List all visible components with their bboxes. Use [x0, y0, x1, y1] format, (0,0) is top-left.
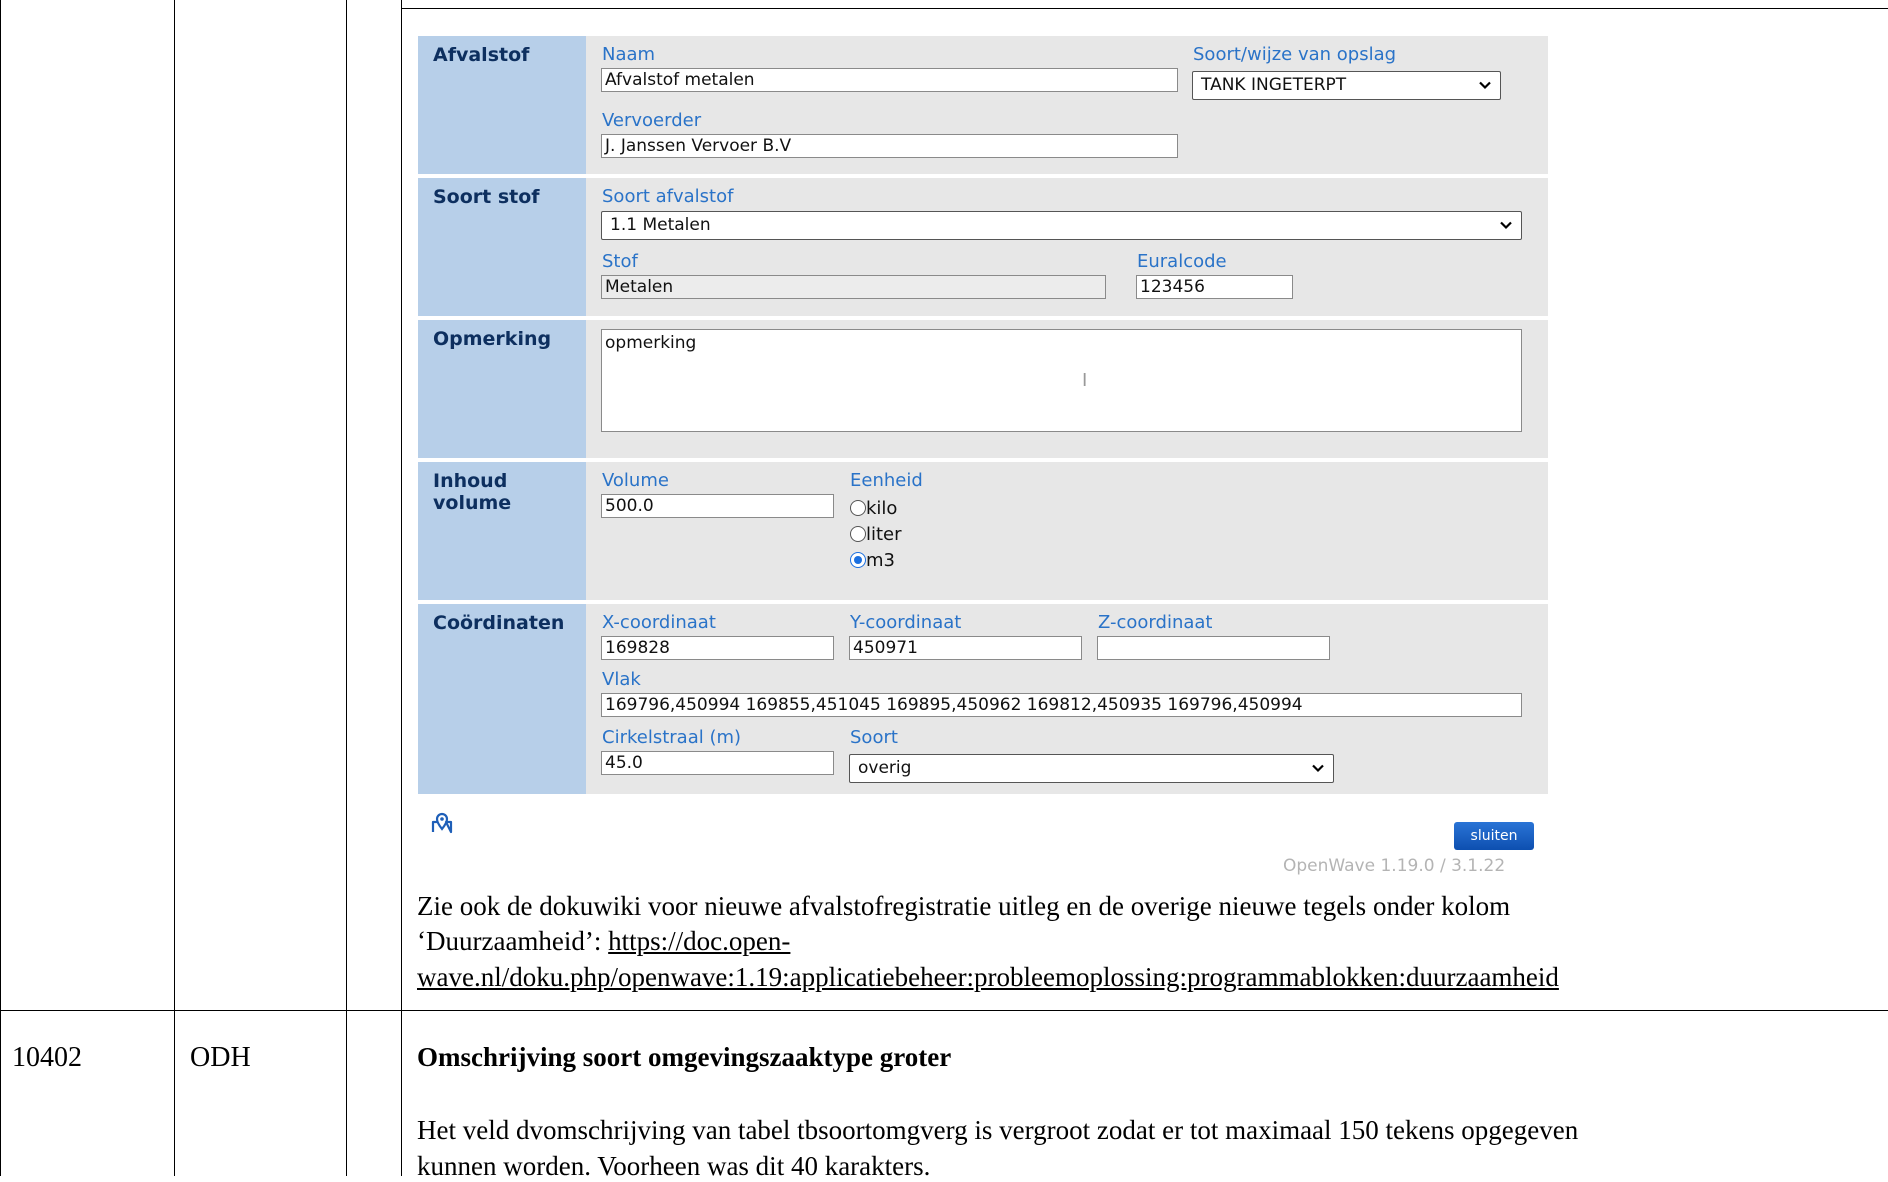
dokuwiki-link-part1[interactable]: https://doc.open- [608, 926, 790, 956]
z-coordinaat-label: Z-coordinaat [1098, 612, 1213, 633]
row-code: ODH [190, 1042, 251, 1073]
stof-label: Stof [602, 251, 638, 272]
radio-kilo-circle[interactable] [850, 500, 866, 516]
y-coordinaat-input[interactable]: 450971 [849, 636, 1082, 660]
cirkelstraal-label: Cirkelstraal (m) [602, 727, 742, 748]
inhoud-title-line1: Inhoud [433, 470, 508, 492]
section-title-afvalstof: Afvalstof [418, 36, 586, 174]
radio-liter[interactable]: liter [850, 524, 902, 546]
naam-label: Naam [602, 44, 656, 65]
volume-input[interactable]: 500.0 [601, 494, 834, 518]
section-title-inhoud: Inhoud volume [418, 462, 586, 600]
vervoerder-input[interactable]: J. Janssen Vervoer B.V [601, 134, 1178, 158]
cirkelstraal-input[interactable]: 45.0 [601, 751, 834, 775]
table-row-divider [0, 1010, 1888, 1011]
x-coordinaat-input[interactable]: 169828 [601, 636, 834, 660]
sluiten-button[interactable]: sluiten [1454, 822, 1534, 850]
version-label: OpenWave 1.19.0 / 3.1.22 [1283, 856, 1506, 876]
eenheid-label: Eenheid [850, 470, 923, 491]
section-title-coordinaten: Coördinaten [418, 604, 586, 794]
soort-select-value: overig [858, 758, 912, 778]
table-border-left [0, 0, 1, 1176]
dokuwiki-link-part2[interactable]: wave.nl/doku.php/openwave:1.19:applicati… [417, 961, 1559, 993]
radio-m3-circle[interactable] [850, 552, 866, 568]
section-soort-stof: Soort stof Soort afvalstof 1.1 Metalen S… [418, 178, 1548, 316]
radio-liter-label: liter [866, 524, 902, 545]
chevron-down-icon [1312, 764, 1324, 773]
table-divider-2 [346, 0, 347, 1176]
table-divider-1 [174, 0, 175, 1176]
section-inhoud-volume: Inhoud volume Volume 500.0 Eenheid kilo … [418, 462, 1548, 600]
section-coordinaten: Coördinaten X-coordinaat 169828 Y-coordi… [418, 604, 1548, 794]
chevron-down-icon [1479, 81, 1491, 90]
opslag-select[interactable]: TANK INGETERPT [1192, 71, 1501, 100]
section-afvalstof: Afvalstof Naam Afvalstof metalen Soort/w… [418, 36, 1548, 174]
map-marker-icon[interactable] [429, 810, 455, 836]
text-cursor-icon: I [1082, 370, 1088, 391]
soort-afvalstof-label: Soort afvalstof [602, 186, 734, 207]
row-id: 10402 [12, 1042, 82, 1073]
table-top-border [401, 8, 1599, 9]
note-line-1: Zie ook de dokuwiki voor nieuwe afvalsto… [417, 891, 1511, 921]
soort-select[interactable]: overig [849, 754, 1334, 783]
vervoerder-label: Vervoerder [602, 110, 702, 131]
vlak-label: Vlak [602, 669, 641, 690]
inhoud-title-line2: volume [433, 492, 512, 514]
section-title-soort-stof: Soort stof [418, 178, 586, 316]
radio-m3[interactable]: m3 [850, 550, 895, 572]
opslag-select-value: TANK INGETERPT [1201, 75, 1347, 95]
opslag-label: Soort/wijze van opslag [1193, 44, 1397, 65]
stof-input: Metalen [601, 275, 1106, 299]
radio-kilo-label: kilo [866, 498, 898, 519]
table-top-border-right [1598, 8, 1888, 9]
z-coordinaat-input[interactable] [1097, 636, 1330, 660]
table-divider-3 [401, 0, 402, 1176]
row2-title: Omschrijving soort omgevingszaaktype gro… [417, 1042, 952, 1072]
section-title-opmerking: Opmerking [418, 320, 586, 458]
volume-label: Volume [602, 470, 669, 491]
radio-liter-circle[interactable] [850, 526, 866, 542]
note-line-2: ‘Duurzaamheid’: https://doc.open- [417, 925, 790, 957]
x-coordinaat-label: X-coordinaat [602, 612, 716, 633]
naam-input[interactable]: Afvalstof metalen [601, 68, 1178, 92]
section-opmerking: Opmerking opmerking I [418, 320, 1548, 458]
soort-afvalstof-select[interactable]: 1.1 Metalen [601, 211, 1522, 240]
vlak-input[interactable]: 169796,450994 169855,451045 169895,45096… [601, 693, 1522, 717]
soort-label: Soort [850, 727, 898, 748]
row2-body-line1: Het veld dvomschrijving van tabel tbsoor… [417, 1115, 1579, 1145]
chevron-down-icon [1500, 221, 1512, 230]
euralcode-input[interactable]: 123456 [1136, 275, 1293, 299]
opmerking-textarea[interactable]: opmerking [601, 329, 1522, 432]
radio-m3-label: m3 [866, 550, 895, 571]
y-coordinaat-label: Y-coordinaat [850, 612, 962, 633]
radio-kilo[interactable]: kilo [850, 498, 897, 520]
euralcode-label: Euralcode [1137, 251, 1227, 272]
note-line-2-prefix: ‘Duurzaamheid’: [417, 926, 609, 956]
row2-body-line2: kunnen worden. Voorheen was dit 40 karak… [417, 1151, 931, 1181]
soort-afvalstof-value: 1.1 Metalen [610, 215, 711, 235]
